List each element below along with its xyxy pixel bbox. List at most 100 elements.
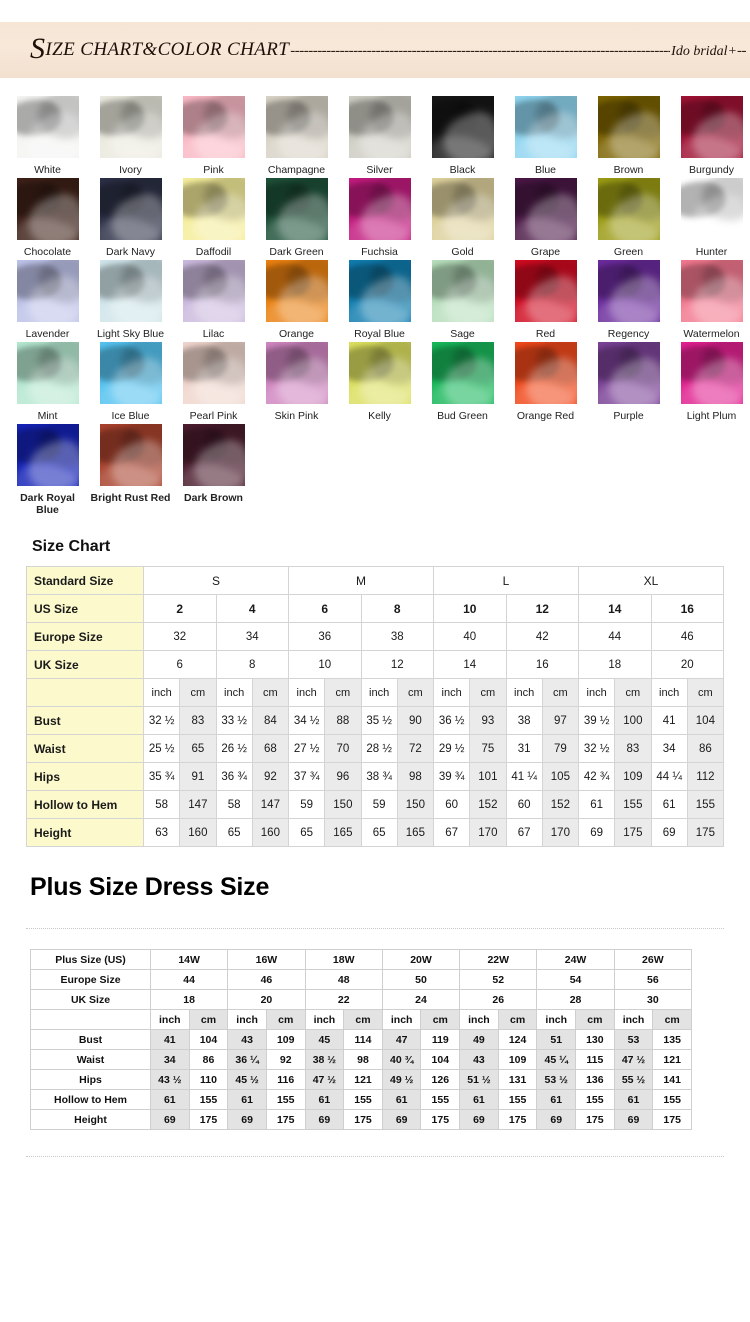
table-cell: 14 [434,651,507,679]
table-cell: 105 [542,763,578,791]
color-swatch-label: Watermelon [672,328,750,340]
color-swatch-chip [183,342,245,404]
color-swatch[interactable]: Gold [421,178,504,258]
table-cell: 69 [651,819,687,847]
color-swatch[interactable]: Mint [6,342,89,422]
table-cell: 110 [189,1070,228,1090]
color-swatch-label: Silver [340,164,420,176]
table-row: UK Size18202224262830 [31,990,692,1010]
table-cell: 170 [542,819,578,847]
table-cell: 98 [344,1050,383,1070]
table-cell: 63 [144,819,180,847]
unit-header-inch: inch [289,679,325,707]
color-swatch[interactable]: Royal Blue [338,260,421,340]
table-cell: 41 ¼ [506,763,542,791]
color-swatch-label: Royal Blue [340,328,420,340]
table-cell: 32 ½ [144,707,180,735]
table-cell: 104 [687,707,723,735]
color-swatch[interactable]: Hunter [670,178,750,258]
table-cell: 160 [252,819,288,847]
color-swatch-label: Chocolate [8,246,88,258]
color-swatch[interactable]: Orange Red [504,342,587,422]
table-cell: 31 [506,735,542,763]
color-swatch[interactable]: Pink [172,96,255,176]
color-swatch[interactable]: Bud Green [421,342,504,422]
table-cell: 147 [180,791,216,819]
color-swatch[interactable]: Dark Navy [89,178,172,258]
color-swatch-label: Mint [8,410,88,422]
color-swatch[interactable]: Ivory [89,96,172,176]
table-cell: 8 [216,651,289,679]
table-cell: 175 [421,1110,460,1130]
table-cell: 160 [180,819,216,847]
color-swatch[interactable]: Dark Royal Blue [6,424,89,516]
color-swatch[interactable]: Burgundy [670,96,750,176]
table-cell: 130 [576,1030,615,1050]
unit-header-cm: cm [180,679,216,707]
table-row: Hollow to Hem611556115561155611556115561… [31,1090,692,1110]
color-swatch-label: Lavender [8,328,88,340]
color-swatch-label: Light Plum [672,410,750,422]
color-swatch[interactable]: White [6,96,89,176]
color-swatch[interactable]: Fuchsia [338,178,421,258]
color-swatch[interactable]: Dark Green [255,178,338,258]
row-header: Waist [27,735,144,763]
color-swatch-label: Green [589,246,669,258]
color-swatch[interactable]: Skin Pink [255,342,338,422]
color-swatch[interactable]: Chocolate [6,178,89,258]
unit-header-cm: cm [325,679,361,707]
table-cell: 42 [506,623,579,651]
color-swatch[interactable]: Black [421,96,504,176]
color-swatch-chip [681,178,743,240]
color-swatch[interactable]: Sage [421,260,504,340]
color-swatch[interactable]: Lavender [6,260,89,340]
table-cell: 93 [470,707,506,735]
color-swatch[interactable]: Grape [504,178,587,258]
color-swatch-chip [681,342,743,404]
table-cell: 36 ¼ [228,1050,267,1070]
brand-name: Ido bridal+ [671,44,737,60]
color-swatch[interactable]: Purple [587,342,670,422]
color-swatch[interactable]: Light Plum [670,342,750,422]
color-swatch[interactable]: Silver [338,96,421,176]
color-swatch-chip [17,178,79,240]
table-cell: 155 [653,1090,692,1110]
unit-header-cm: cm [252,679,288,707]
color-swatch[interactable]: Daffodil [172,178,255,258]
color-swatch[interactable]: Brown [587,96,670,176]
color-swatch[interactable]: Light Sky Blue [89,260,172,340]
table-cell: 96 [325,763,361,791]
color-swatch[interactable]: Blue [504,96,587,176]
header-dash-rule: ----------------------------------------… [290,43,670,61]
color-swatch[interactable]: Red [504,260,587,340]
table-row: Waist25 ½6526 ½6827 ½7028 ½7229 ½7531793… [27,735,724,763]
table-row: Waist348636 ¼9238 ½9840 ¾1044310945 ¼115… [31,1050,692,1070]
table-cell: 175 [498,1110,537,1130]
color-swatch[interactable]: Watermelon [670,260,750,340]
table-cell: 24W [537,950,614,970]
color-swatch-label: Sage [423,328,503,340]
color-swatch[interactable]: Dark Brown [172,424,255,516]
table-row: Height6316065160651656516567170671706917… [27,819,724,847]
color-swatch-chip [266,342,328,404]
color-swatch[interactable]: Kelly [338,342,421,422]
color-swatch[interactable]: Green [587,178,670,258]
color-swatch-chip [432,96,494,158]
table-cell: 10 [289,651,362,679]
table-cell: 28 [537,990,614,1010]
size-group-header: M [289,567,434,595]
table-cell: 20 [228,990,305,1010]
unit-header-inch: inch [434,679,470,707]
color-swatch[interactable]: Ice Blue [89,342,172,422]
color-swatch[interactable]: Orange [255,260,338,340]
table-cell: 18 [151,990,228,1010]
color-swatch[interactable]: Lilac [172,260,255,340]
color-swatch[interactable]: Pearl Pink [172,342,255,422]
color-swatch[interactable]: Regency [587,260,670,340]
color-swatch[interactable]: Bright Rust Red [89,424,172,516]
unit-header-inch: inch [228,1010,267,1030]
table-cell: 61 [460,1090,499,1110]
table-cell: 10 [434,595,507,623]
row-header-blank [31,1010,151,1030]
color-swatch[interactable]: Champagne [255,96,338,176]
